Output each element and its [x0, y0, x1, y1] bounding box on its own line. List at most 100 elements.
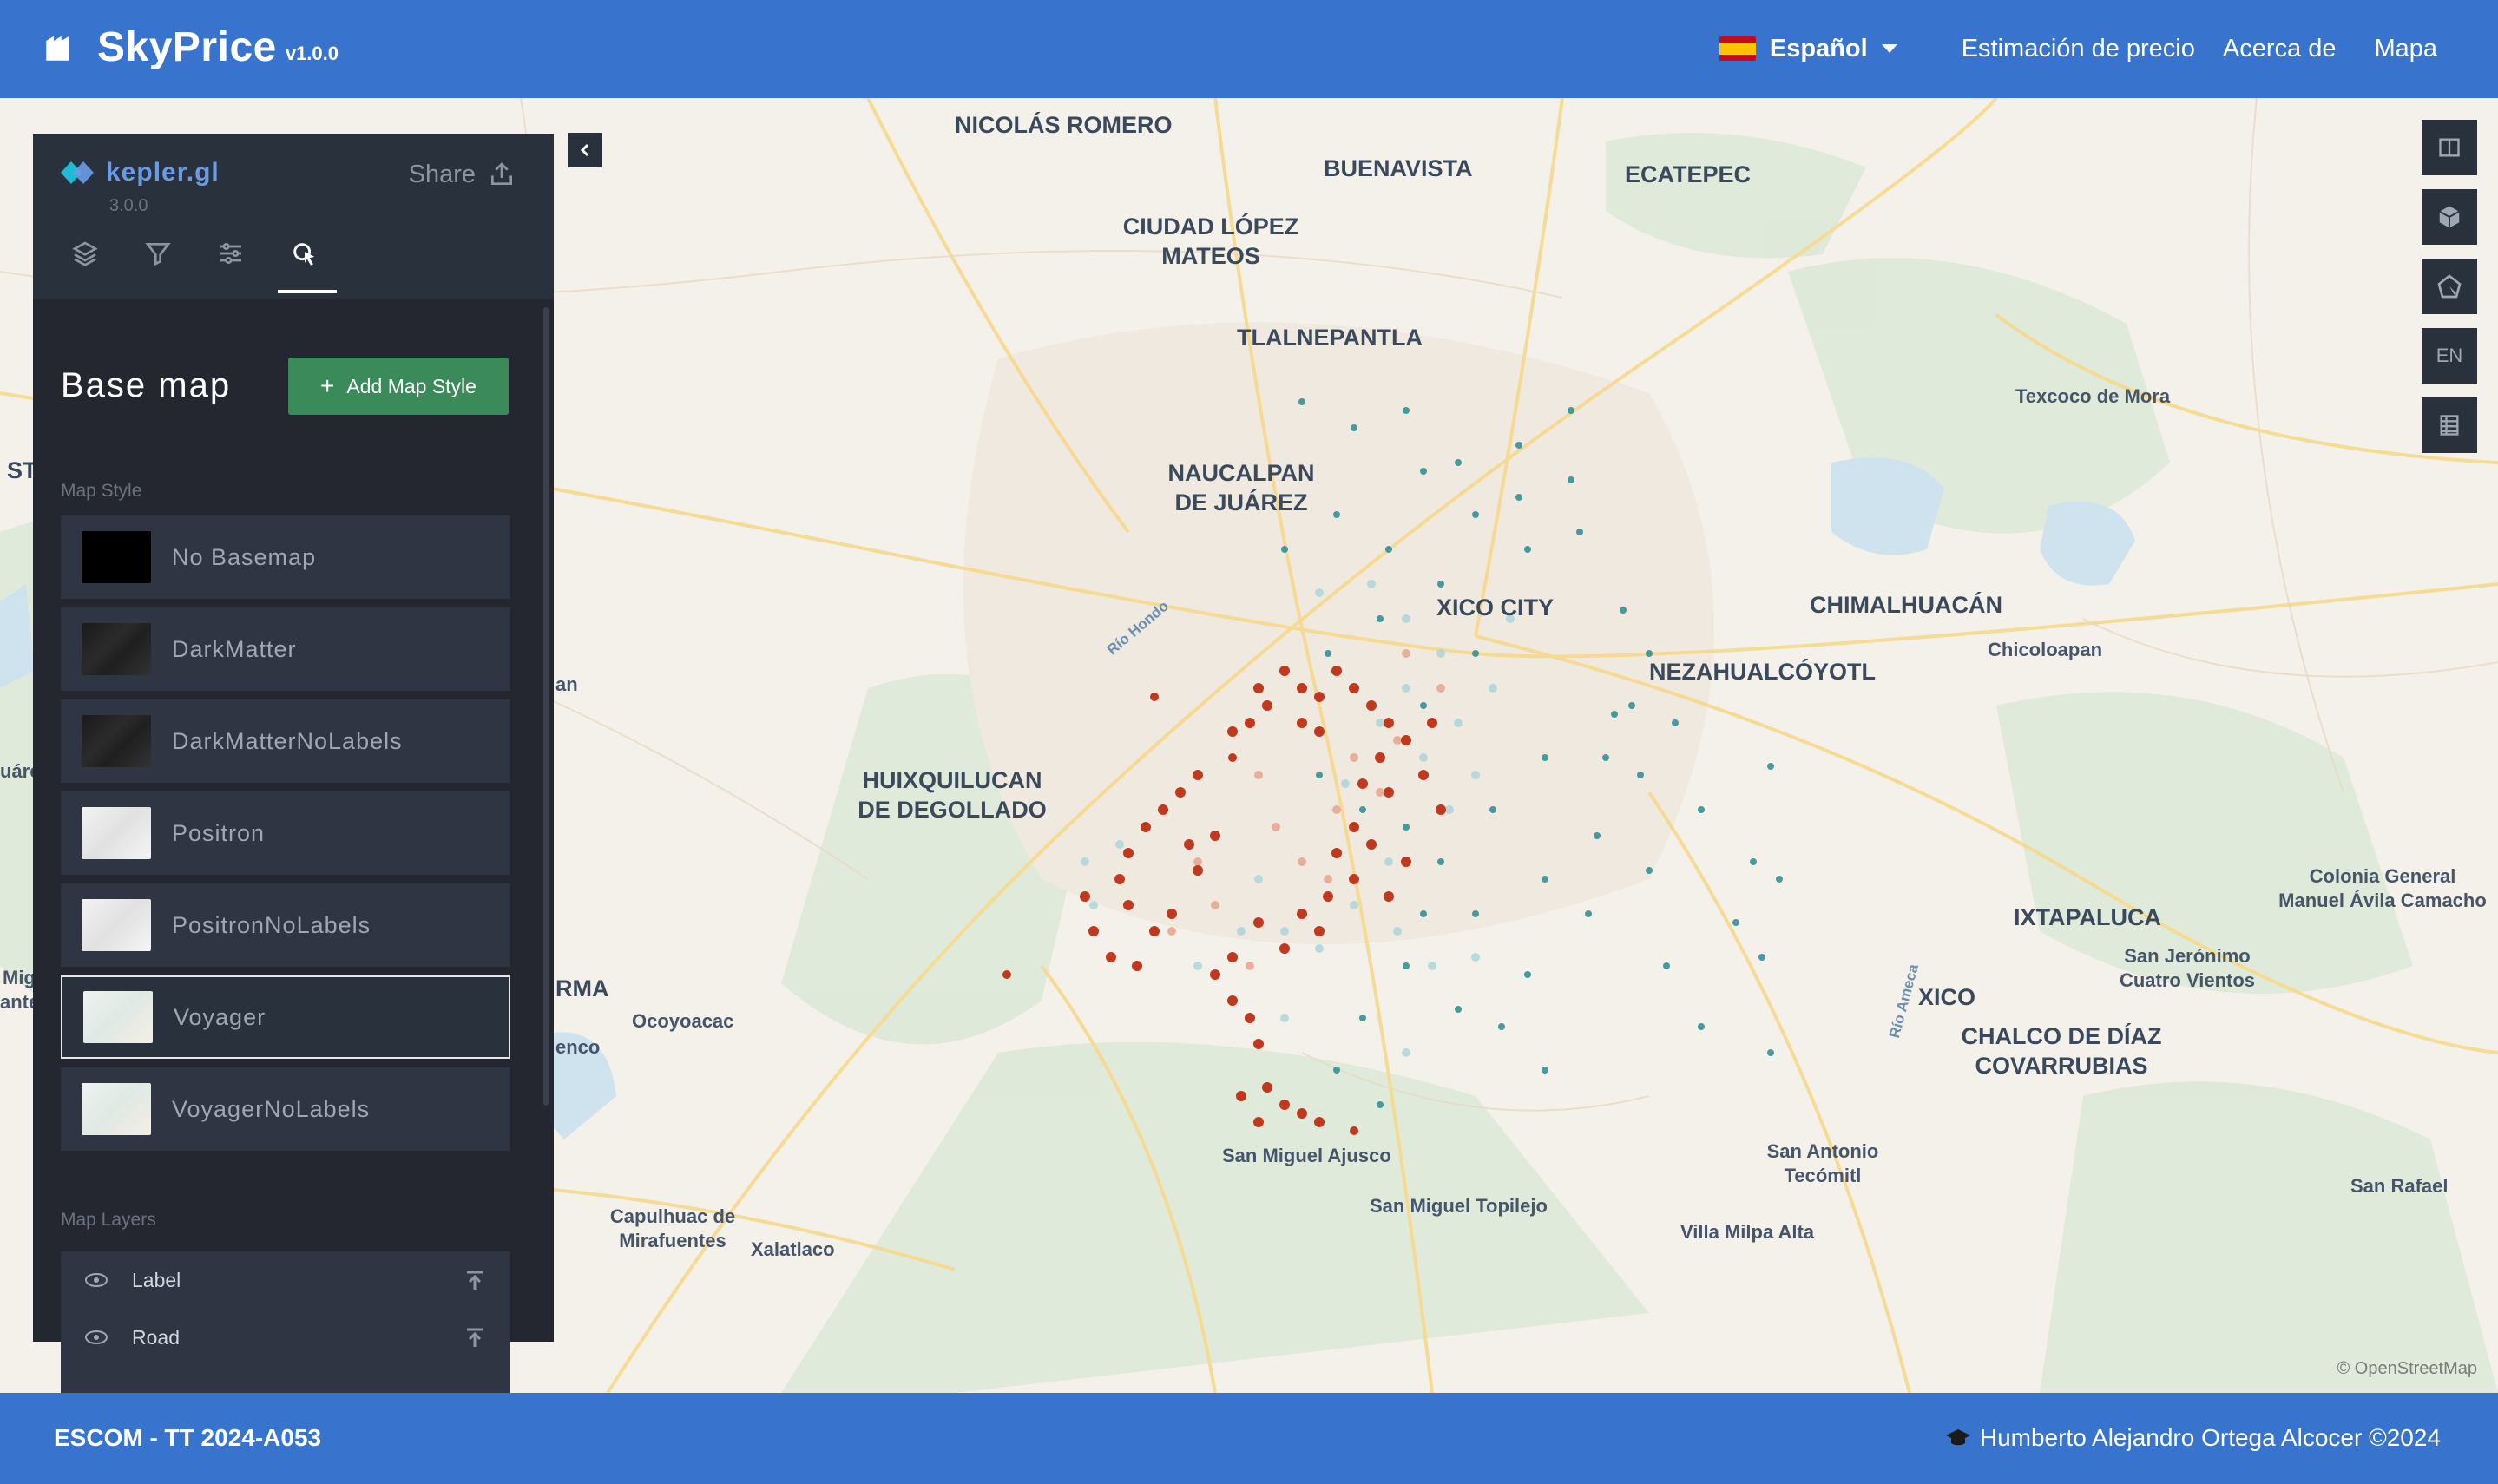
- place-ixtapaluca: IXTAPALUCA: [2014, 904, 2161, 930]
- style-name: VoyagerNoLabels: [172, 1095, 371, 1122]
- place-ciudad-lopez-mateos: CIUDAD LÓPEZ MATEOS: [1122, 213, 1299, 269]
- cube-icon: [2439, 206, 2460, 228]
- place-san-rafael: San Rafael: [2350, 1175, 2449, 1197]
- style-name: PositronNoLabels: [172, 911, 371, 938]
- layer-row-label: Label: [61, 1251, 510, 1309]
- draw-icon: [2437, 274, 2462, 299]
- kepler-logo-icon: [61, 161, 94, 184]
- share-button[interactable]: Share: [409, 160, 516, 189]
- place-tlalnepantla: TLALNEPANTLA: [1237, 325, 1423, 351]
- map-attribution[interactable]: © OpenStreetMap: [2337, 1359, 2477, 1379]
- style-thumbnail: [82, 1083, 151, 1135]
- move-to-top-icon[interactable]: [465, 1328, 484, 1349]
- footer-author-name: Humberto Alejandro Ortega Alcocer ©2024: [1979, 1424, 2441, 1451]
- style-option-no-basemap[interactable]: No Basemap: [61, 515, 510, 599]
- caret-down-icon: [1881, 44, 1897, 53]
- style-thumbnail: [82, 623, 151, 675]
- style-option-darkmatter-nolabels[interactable]: DarkMatterNoLabels: [61, 699, 510, 783]
- layer-name: Road: [132, 1325, 180, 1349]
- collapse-panel-button[interactable]: [568, 133, 602, 167]
- eye-icon[interactable]: [85, 1330, 108, 1344]
- panel-tabs: [71, 240, 363, 293]
- add-map-style-button[interactable]: + Add Map Style: [288, 358, 509, 415]
- style-option-positron[interactable]: Positron: [61, 791, 510, 875]
- place-colonia-general: Colonia General Manuel Ávila Camacho: [2278, 865, 2487, 911]
- place-nicolas-romero: NICOLÁS ROMERO: [955, 112, 1173, 138]
- chevron-left-icon: [580, 143, 589, 157]
- map-layers-label: Map Layers: [61, 1210, 156, 1230]
- place-buenavista: BUENAVISTA: [1324, 155, 1473, 181]
- brand[interactable]: SkyPrice v1.0.0: [42, 21, 339, 73]
- base-map-title: Base map: [61, 366, 232, 404]
- style-name: DarkMatterNoLabels: [172, 727, 403, 754]
- add-map-style-label: Add Map Style: [346, 374, 477, 397]
- style-option-voyager[interactable]: Voyager: [61, 975, 510, 1059]
- app-version: v1.0.0: [285, 43, 339, 64]
- map-layers-list: Label Road: [61, 1251, 510, 1399]
- place-villa-milpa-alta: Villa Milpa Alta: [1680, 1221, 1815, 1243]
- language-dropdown[interactable]: Español: [1719, 35, 1897, 63]
- style-option-voyager-nolabels[interactable]: VoyagerNoLabels: [61, 1067, 510, 1151]
- tab-filters[interactable]: [144, 240, 179, 274]
- place-san-antonio: San Antonio Tecómitl: [1766, 1140, 1879, 1186]
- nav-link-acerca[interactable]: Acerca de: [2223, 35, 2337, 63]
- building-icon: [46, 36, 69, 61]
- locale-button[interactable]: EN: [2422, 328, 2477, 384]
- place-xalatlaco: Xalatlaco: [751, 1238, 835, 1260]
- filter-icon: [145, 243, 171, 266]
- kepler-side-panel: kepler.gl 3.0.0 Share Base map + Add Map…: [33, 134, 554, 1399]
- footer: ESCOM - TT 2024-A053 Humberto Alejandro …: [0, 1393, 2498, 1484]
- place-chalco: CHALCO DE DÍAZ COVARRUBIAS: [1961, 1023, 2162, 1079]
- place-rma: RMA: [555, 975, 609, 1001]
- eye-icon[interactable]: [85, 1273, 108, 1287]
- app-name: SkyPrice: [97, 23, 277, 70]
- place-huixquilucan: HUIXQUILUCAN DE DEGOLLADO: [858, 767, 1047, 823]
- kepler-logo: kepler.gl: [61, 158, 220, 187]
- place-ecatepec: ECATEPEC: [1625, 161, 1752, 187]
- style-thumbnail: [82, 899, 151, 951]
- place-nezahualcoyotl: NEZAHUALCÓYOTL: [1649, 659, 1876, 685]
- split-map-button[interactable]: [2422, 120, 2477, 175]
- place-texcoco: Texcoco de Mora: [2015, 385, 2171, 407]
- style-thumbnail: [82, 715, 151, 767]
- style-name: Positron: [172, 819, 266, 846]
- locale-label: EN: [2436, 345, 2463, 366]
- place-naucalpan: NAUCALPAN DE JUÁREZ: [1167, 460, 1315, 515]
- style-thumbnail: [82, 807, 151, 859]
- place-chimalhuacan: CHIMALHUACÁN: [1810, 592, 2002, 618]
- style-thumbnail: [83, 991, 153, 1043]
- style-option-positron-nolabels[interactable]: PositronNoLabels: [61, 883, 510, 967]
- place-chicoloapan: Chicoloapan: [1988, 639, 2103, 660]
- graduation-cap-icon: [1945, 1429, 1970, 1446]
- top-navbar: SkyPrice v1.0.0 Español Estimación de pr…: [0, 0, 2498, 98]
- panel-scrollbar[interactable]: [543, 307, 549, 1106]
- tab-base-map[interactable]: [278, 240, 337, 293]
- cursor-icon: [293, 243, 315, 266]
- tab-layers[interactable]: [71, 240, 106, 274]
- legend-button[interactable]: [2422, 397, 2477, 453]
- place-capulhuac: Capulhuac de Mirafuentes: [609, 1205, 736, 1251]
- draw-polygon-button[interactable]: [2422, 259, 2477, 314]
- kepler-version: 3.0.0: [109, 196, 148, 215]
- sliders-icon: [220, 243, 241, 264]
- tab-interactions[interactable]: [217, 240, 252, 274]
- style-option-darkmatter[interactable]: DarkMatter: [61, 607, 510, 691]
- share-label: Share: [408, 160, 476, 188]
- style-name: No Basemap: [172, 543, 317, 570]
- place-san-miguel-ajusco: San Miguel Ajusco: [1222, 1145, 1391, 1166]
- place-edge-enco: enco: [555, 1036, 601, 1058]
- panel-header: kepler.gl 3.0.0 Share: [33, 134, 554, 299]
- nav-link-mapa[interactable]: Mapa: [2374, 35, 2437, 63]
- legend-icon: [2440, 415, 2459, 436]
- 3d-view-button[interactable]: [2422, 189, 2477, 245]
- nav-link-estimacion[interactable]: Estimación de precio: [1962, 35, 2195, 63]
- place-san-jeronimo: San Jerónimo Cuatro Vientos: [2119, 945, 2256, 991]
- map-style-list: No Basemap DarkMatter DarkMatterNoLabels…: [61, 515, 510, 1159]
- language-label: Español: [1769, 34, 1868, 62]
- place-ocoyoacac: Ocoyoacac: [632, 1010, 734, 1032]
- layer-row-road: Road: [61, 1309, 510, 1366]
- style-thumbnail: [82, 531, 151, 583]
- move-to-top-icon[interactable]: [465, 1271, 484, 1291]
- place-san-miguel-topilejo: San Miguel Topilejo: [1370, 1195, 1548, 1217]
- layer-name: Label: [132, 1268, 181, 1291]
